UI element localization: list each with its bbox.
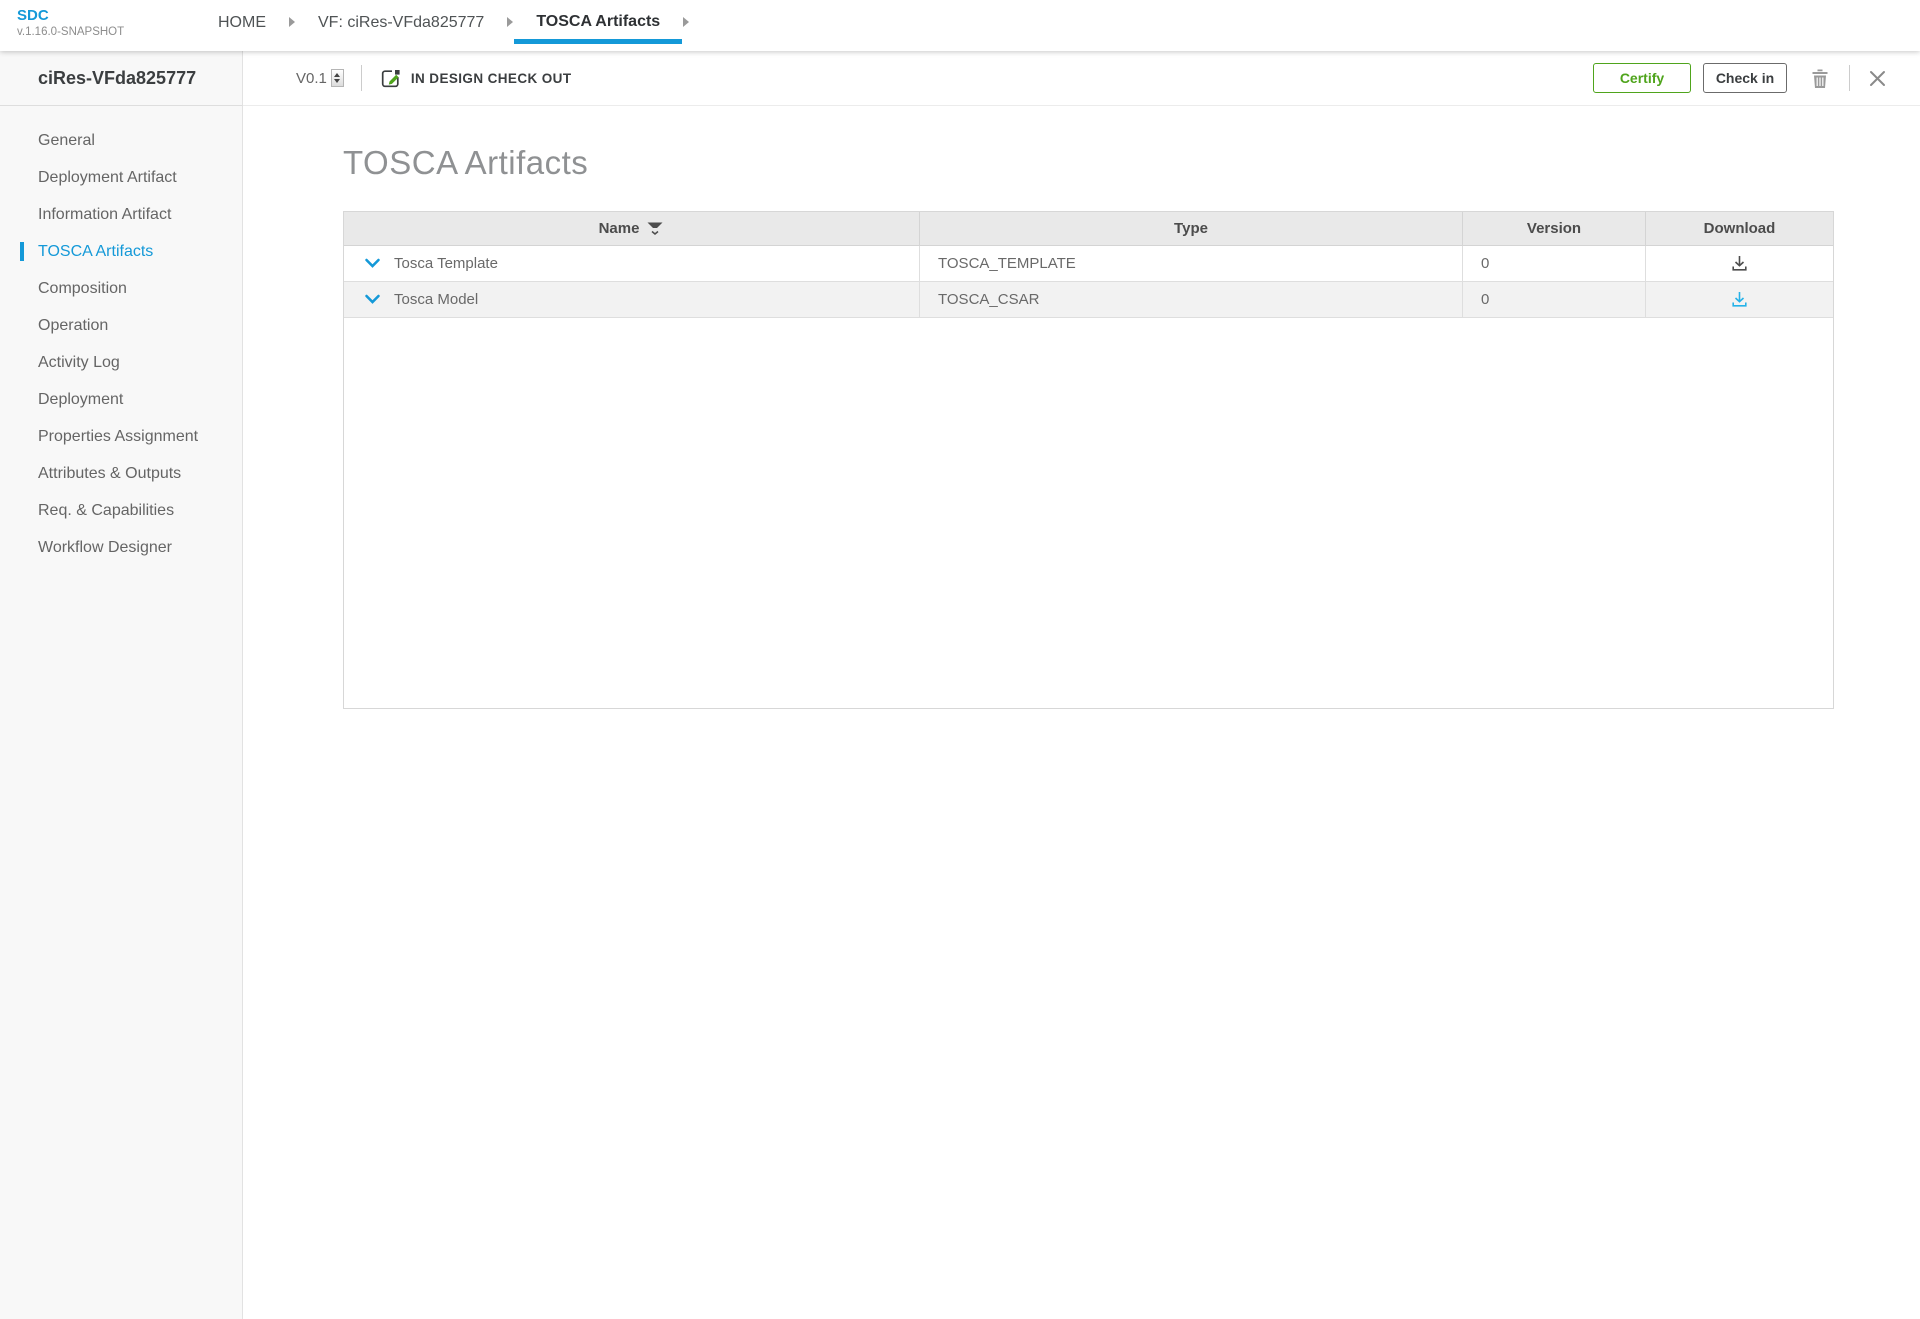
toolbar-actions: Certify Check in xyxy=(1593,63,1895,93)
download-button[interactable] xyxy=(1730,254,1749,273)
sidebar-item-label: Req. & Capabilities xyxy=(38,501,175,519)
sort-icon xyxy=(647,222,663,235)
sidebar-item-activity-log[interactable]: Activity Log xyxy=(0,344,242,381)
table-header-row: Name Type Version Download xyxy=(344,212,1833,246)
sidebar-item-attributes-outputs[interactable]: Attributes & Outputs xyxy=(0,455,242,492)
artifact-version-cell: 0 xyxy=(1463,246,1646,281)
sidebar-item-label: General xyxy=(38,131,95,149)
sidebar-item-label: Attributes & Outputs xyxy=(38,464,182,482)
app-build-version: v.1.16.0-SNAPSHOT xyxy=(17,26,125,38)
column-header-label: Download xyxy=(1703,220,1776,237)
artifact-download-cell xyxy=(1646,282,1833,317)
sidebar-item-general[interactable]: General xyxy=(0,122,242,159)
expand-row-button[interactable] xyxy=(364,258,381,269)
lifecycle-status-label: IN DESIGN CHECK OUT xyxy=(410,70,572,86)
toolbar-divider xyxy=(1849,65,1850,91)
column-header-download[interactable]: Download xyxy=(1646,212,1833,245)
breadcrumb: HOME VF: ciRes-VFda825777 TOSCA Artifact… xyxy=(196,0,690,44)
artifact-version-cell: 0 xyxy=(1463,282,1646,317)
download-button[interactable] xyxy=(1730,290,1749,309)
chevron-down-icon xyxy=(365,258,380,268)
artifact-download-cell xyxy=(1646,246,1833,281)
download-icon xyxy=(1732,256,1747,271)
checkout-pencil-icon xyxy=(381,69,400,87)
column-header-label: Type xyxy=(1174,220,1208,237)
column-header-type[interactable]: Type xyxy=(920,212,1463,245)
breadcrumb-item-vf[interactable]: VF: ciRes-VFda825777 xyxy=(296,0,506,44)
sidebar-item-label: Operation xyxy=(38,316,109,334)
main-layout: General Deployment Artifact Information … xyxy=(0,106,1920,1319)
sidebar-item-workflow-designer[interactable]: Workflow Designer xyxy=(0,529,242,566)
sidebar-menu: General Deployment Artifact Information … xyxy=(0,106,243,1319)
sidebar-item-label: TOSCA Artifacts xyxy=(38,242,154,260)
table-row: Tosca Model TOSCA_CSAR 0 xyxy=(344,282,1833,318)
close-icon xyxy=(1870,70,1885,86)
table-row: Tosca Template TOSCA_TEMPLATE 0 xyxy=(344,246,1833,282)
stepper-up-icon xyxy=(334,73,341,77)
breadcrumb-chevron-icon xyxy=(507,17,514,27)
sidebar-item-req-capabilities[interactable]: Req. & Capabilities xyxy=(0,492,242,529)
sidebar-item-information-artifact[interactable]: Information Artifact xyxy=(0,196,242,233)
sidebar-item-operation[interactable]: Operation xyxy=(0,307,242,344)
sidebar-item-deployment-artifact[interactable]: Deployment Artifact xyxy=(0,159,242,196)
artifacts-table: Name Type Version Download Tosca Templat… xyxy=(343,211,1834,709)
top-nav: SDC v.1.16.0-SNAPSHOT HOME VF: ciRes-VFd… xyxy=(0,0,1920,51)
delete-button[interactable] xyxy=(1801,68,1839,89)
breadcrumb-chevron-icon xyxy=(289,17,295,27)
sidebar-item-label: Workflow Designer xyxy=(38,538,172,556)
column-header-label: Version xyxy=(1526,220,1582,237)
artifact-type-cell: TOSCA_TEMPLATE xyxy=(920,246,1463,281)
close-button[interactable] xyxy=(1860,70,1895,87)
download-icon xyxy=(1732,292,1747,307)
artifact-name: Tosca Model xyxy=(394,291,479,308)
app-logo: SDC v.1.16.0-SNAPSHOT xyxy=(0,0,160,38)
breadcrumb-chevron-icon xyxy=(683,17,690,27)
sidebar-item-label: Information Artifact xyxy=(38,205,172,223)
check-in-button[interactable]: Check in xyxy=(1703,63,1787,93)
sidebar-item-composition[interactable]: Composition xyxy=(0,270,242,307)
sidebar-item-deployment[interactable]: Deployment xyxy=(0,381,242,418)
version-value: V0.1 xyxy=(296,69,327,87)
sidebar-item-label: Deployment xyxy=(38,390,124,408)
artifact-name-cell: Tosca Template xyxy=(344,246,920,281)
sidebar-item-label: Activity Log xyxy=(38,353,120,371)
certify-button[interactable]: Certify xyxy=(1593,63,1691,93)
resource-title: ciRes-VFda825777 xyxy=(0,51,243,106)
version-stepper[interactable] xyxy=(330,69,344,87)
chevron-down-icon xyxy=(365,294,380,304)
sidebar-item-label: Deployment Artifact xyxy=(38,168,177,186)
breadcrumb-item-home[interactable]: HOME xyxy=(196,0,288,44)
column-header-label: Name xyxy=(598,220,640,237)
sub-header: ciRes-VFda825777 V0.1 IN DESIGN CHECK OU… xyxy=(0,51,1920,106)
content-area: TOSCA Artifacts Name Type Version Downlo… xyxy=(243,106,1920,1319)
column-header-version[interactable]: Version xyxy=(1463,212,1646,245)
expand-row-button[interactable] xyxy=(364,294,381,305)
active-indicator xyxy=(20,242,24,261)
lifecycle-status: IN DESIGN CHECK OUT xyxy=(379,67,572,90)
app-logo-text: SDC xyxy=(17,7,49,24)
artifact-name-cell: Tosca Model xyxy=(344,282,920,317)
column-header-name[interactable]: Name xyxy=(344,212,920,245)
breadcrumb-item-tosca-artifacts[interactable]: TOSCA Artifacts xyxy=(514,0,683,44)
stepper-down-icon xyxy=(334,79,341,83)
sidebar-item-label: Composition xyxy=(38,279,127,297)
artifact-type-cell: TOSCA_CSAR xyxy=(920,282,1463,317)
trash-icon xyxy=(1812,69,1828,88)
sidebar-item-tosca-artifacts[interactable]: TOSCA Artifacts xyxy=(0,233,242,270)
sidebar-item-label: Properties Assignment xyxy=(38,427,199,445)
sidebar-item-properties-assignment[interactable]: Properties Assignment xyxy=(0,418,242,455)
toolbar: V0.1 IN DESIGN CHECK OUT Certify Check i… xyxy=(243,51,1920,106)
page-title: TOSCA Artifacts xyxy=(343,144,589,181)
artifact-name: Tosca Template xyxy=(394,255,498,272)
toolbar-divider xyxy=(360,65,362,91)
